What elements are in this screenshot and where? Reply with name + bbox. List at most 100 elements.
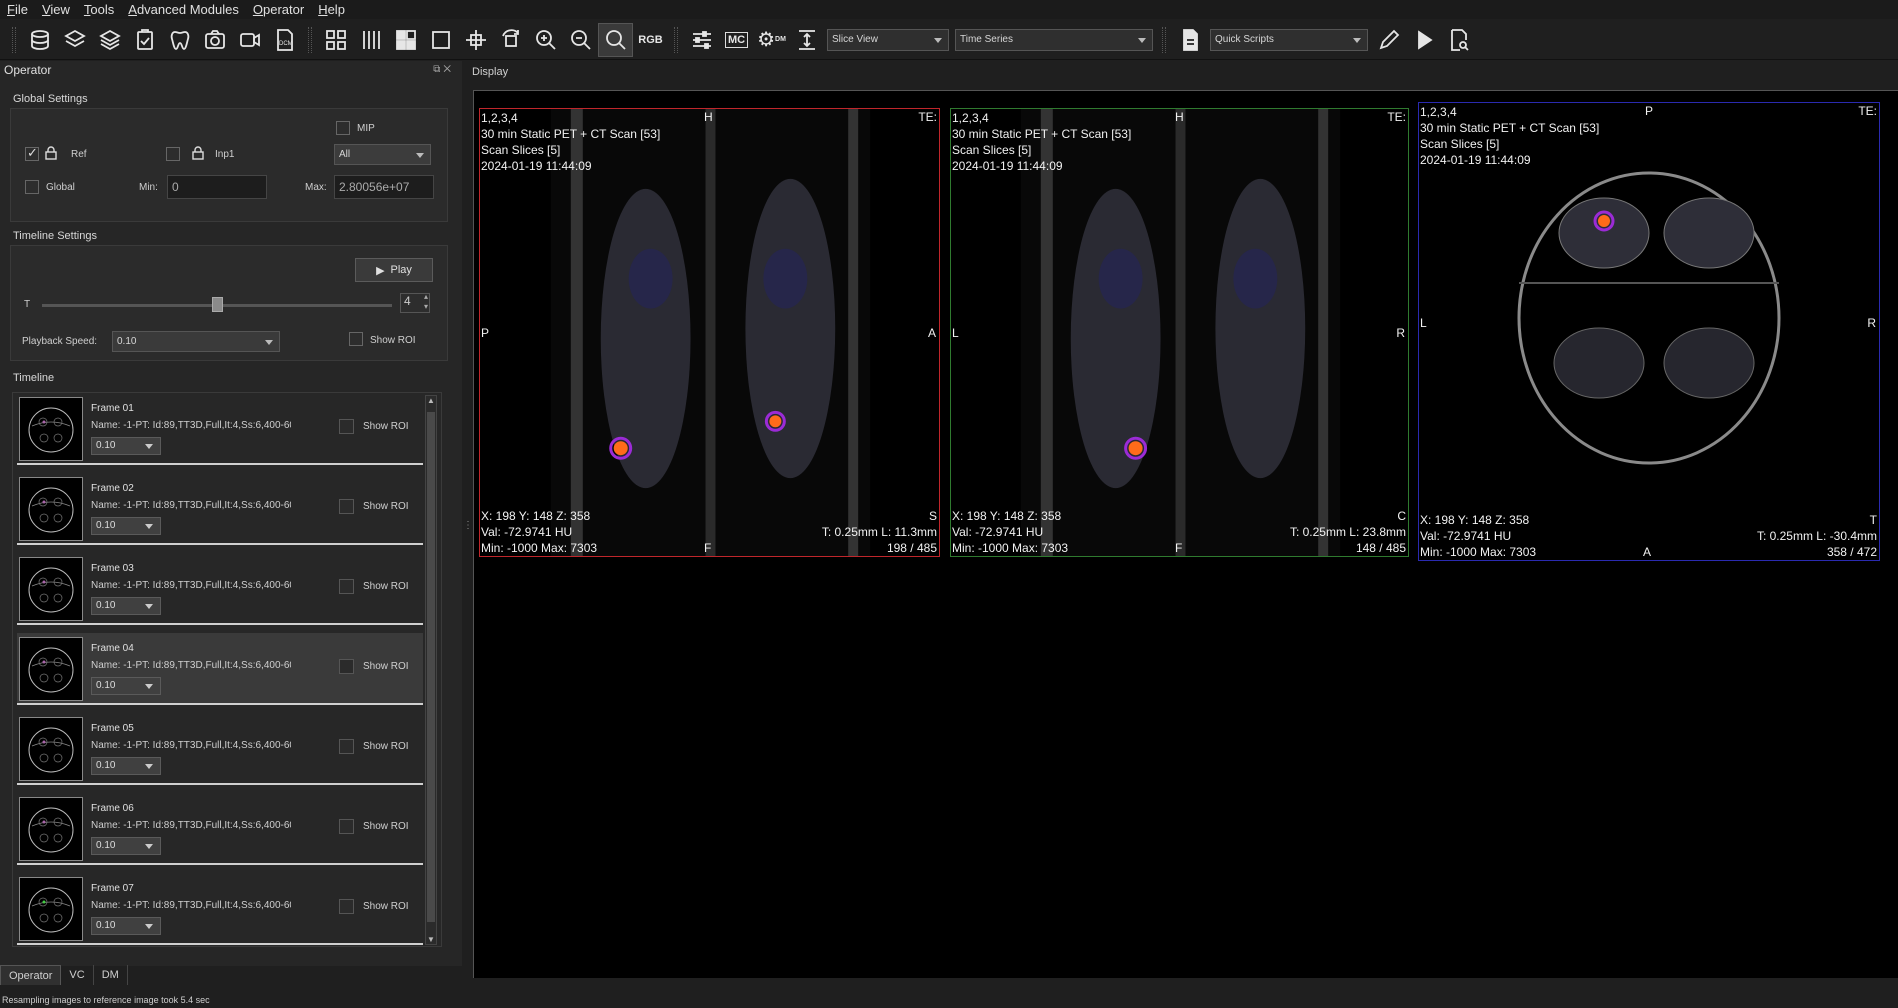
menu-advanced-modules[interactable]: Advanced Modules bbox=[121, 0, 246, 19]
menu-view[interactable]: View bbox=[35, 0, 77, 19]
frame-show-roi-checkbox[interactable] bbox=[339, 579, 354, 594]
layers-icon[interactable] bbox=[57, 23, 92, 57]
frame-title: Frame 05 bbox=[91, 723, 134, 734]
frame-speed-select[interactable]: 0.10 bbox=[91, 917, 161, 935]
grid-icon[interactable] bbox=[318, 23, 353, 57]
max-input[interactable]: 2.80056e+07 bbox=[334, 175, 434, 199]
timeline-frame[interactable]: Frame 04 Name: -1-PT: Id:89,TT3D,Full,It:… bbox=[17, 633, 423, 705]
tab-vc[interactable]: VC bbox=[61, 965, 94, 985]
inp1-lock-icon[interactable] bbox=[192, 146, 204, 160]
pencil-icon[interactable] bbox=[1371, 23, 1406, 57]
tooth-icon[interactable] bbox=[162, 23, 197, 57]
view-mode-select[interactable]: Slice View bbox=[827, 28, 949, 51]
orientation-top: H bbox=[704, 110, 713, 124]
menu-file[interactable]: File bbox=[0, 0, 35, 19]
columns-icon[interactable] bbox=[353, 23, 388, 57]
show-roi-checkbox[interactable] bbox=[349, 332, 363, 346]
inp1-checkbox[interactable] bbox=[166, 147, 180, 161]
time-slider-handle[interactable] bbox=[212, 297, 223, 312]
mc-button[interactable]: MC bbox=[719, 23, 754, 57]
frame-speed-select[interactable]: 0.10 bbox=[91, 677, 161, 695]
timeline-frame[interactable]: Frame 06 Name: -1-PT: Id:89,TT3D,Full,It:… bbox=[17, 793, 423, 865]
frame-show-roi-checkbox[interactable] bbox=[339, 659, 354, 674]
quick-scripts-select[interactable]: Quick Scripts bbox=[1210, 28, 1368, 51]
sliders-icon[interactable] bbox=[684, 23, 719, 57]
scroll-up-arrow[interactable]: ▲ bbox=[426, 396, 436, 405]
rgb-button[interactable]: RGB bbox=[633, 23, 668, 57]
zoom-in-icon[interactable] bbox=[528, 23, 563, 57]
menu-help[interactable]: Help bbox=[311, 0, 352, 19]
zoom-out-icon[interactable] bbox=[563, 23, 598, 57]
timeline-frame[interactable]: Frame 03 Name: -1-PT: Id:89,TT3D,Full,It:… bbox=[17, 553, 423, 625]
viewport-1[interactable]: 1,2,3,4 30 min Static PET + CT Scan [53] S… bbox=[479, 108, 940, 557]
series-mode-select[interactable]: Time Series bbox=[955, 28, 1153, 51]
global-checkbox[interactable] bbox=[25, 180, 39, 194]
layout-icon[interactable] bbox=[388, 23, 423, 57]
inp1-label: Inp1 bbox=[215, 149, 235, 160]
frame-show-roi-checkbox[interactable] bbox=[339, 819, 354, 834]
tab-dm[interactable]: DM bbox=[94, 965, 128, 985]
orientation-bottom-right: S bbox=[928, 509, 937, 523]
frame-speed-select[interactable]: 0.10 bbox=[91, 757, 161, 775]
scroll-down-arrow[interactable]: ▼ bbox=[426, 935, 436, 944]
inspect-document-icon[interactable] bbox=[1441, 23, 1476, 57]
video-camera-icon[interactable] bbox=[232, 23, 267, 57]
window-min-max: Min: -1000 Max: 7303 bbox=[952, 541, 1069, 555]
frame-show-roi-checkbox[interactable] bbox=[339, 899, 354, 914]
input-select[interactable]: All bbox=[334, 144, 431, 165]
frame-show-roi-checkbox[interactable] bbox=[339, 499, 354, 514]
viewport-header: 1,2,3,4 30 min Static PET + CT Scan [53] S… bbox=[952, 110, 1131, 174]
timeline-list[interactable]: Frame 01 Name: -1-PT: Id:89,TT3D,Full,It:… bbox=[12, 392, 442, 947]
layers-stack-icon[interactable] bbox=[92, 23, 127, 57]
t-spinbox[interactable]: 4 bbox=[400, 292, 430, 313]
frame-speed-select[interactable]: 0.10 bbox=[91, 597, 161, 615]
panel-float-close-icons[interactable]: ⧉✕ bbox=[433, 64, 454, 75]
frame-title: Frame 01 bbox=[91, 403, 134, 414]
timeline-frame[interactable]: Frame 07 Name: -1-PT: Id:89,TT3D,Full,It:… bbox=[17, 873, 423, 945]
ref-checkbox[interactable] bbox=[25, 145, 39, 161]
viewport-scan-slices: Scan Slices [5] bbox=[481, 143, 561, 157]
frame-show-roi-checkbox[interactable] bbox=[339, 419, 354, 434]
frame-show-roi-label: Show ROI bbox=[363, 501, 409, 512]
database-icon[interactable] bbox=[22, 23, 57, 57]
menu-tools[interactable]: Tools bbox=[77, 0, 121, 19]
dm-settings-button[interactable]: ⚙ DM bbox=[754, 23, 789, 57]
clipboard-check-icon[interactable] bbox=[127, 23, 162, 57]
panel-splitter-handle[interactable]: ⋮ bbox=[463, 520, 473, 531]
rotate-icon[interactable] bbox=[493, 23, 528, 57]
search-icon[interactable] bbox=[598, 22, 633, 57]
menu-operator[interactable]: Operator bbox=[246, 0, 311, 19]
square-icon[interactable] bbox=[423, 23, 458, 57]
frame-speed-select[interactable]: 0.10 bbox=[91, 517, 161, 535]
toolbar-grip[interactable] bbox=[12, 26, 16, 53]
timeline-frame[interactable]: Frame 01 Name: -1-PT: Id:89,TT3D,Full,It:… bbox=[17, 393, 423, 465]
timeline-scrollbar[interactable]: ▲ ▼ bbox=[425, 395, 437, 945]
frame-name: Name: -1-PT: Id:89,TT3D,Full,It:4,Ss:6,4… bbox=[91, 420, 291, 431]
crosshair-icon[interactable] bbox=[458, 23, 493, 57]
frame-speed-select[interactable]: 0.10 bbox=[91, 437, 161, 455]
scroll-thumb[interactable] bbox=[427, 412, 435, 922]
timeline-frame[interactable]: Frame 05 Name: -1-PT: Id:89,TT3D,Full,It:… bbox=[17, 713, 423, 785]
play-button[interactable]: ▶ Play bbox=[355, 258, 433, 282]
mip-checkbox[interactable] bbox=[336, 121, 350, 135]
frame-speed-select[interactable]: 0.10 bbox=[91, 837, 161, 855]
frame-show-roi-checkbox[interactable] bbox=[339, 739, 354, 754]
viewport-2[interactable]: 1,2,3,4 30 min Static PET + CT Scan [53] S… bbox=[950, 108, 1409, 557]
timeline-title: Timeline bbox=[13, 372, 55, 384]
window-min-max: Min: -1000 Max: 7303 bbox=[1420, 545, 1537, 559]
timeline-frame[interactable]: Frame 02 Name: -1-PT: Id:89,TT3D,Full,It:… bbox=[17, 473, 423, 545]
viewport-3[interactable]: 1,2,3,4 30 min Static PET + CT Scan [53] S… bbox=[1418, 102, 1880, 561]
toolbar-separator bbox=[308, 26, 312, 53]
script-file-icon[interactable] bbox=[1172, 23, 1207, 57]
ref-lock-icon[interactable] bbox=[45, 146, 57, 160]
play-icon[interactable] bbox=[1406, 23, 1441, 57]
playback-speed-select[interactable]: 0.10 bbox=[112, 331, 280, 352]
dicom-icon[interactable]: DCM bbox=[267, 23, 302, 57]
mip-label: MIP bbox=[357, 123, 375, 134]
viewport-series-ids: 1,2,3,4 bbox=[1420, 105, 1457, 119]
tab-operator[interactable]: Operator bbox=[0, 965, 62, 985]
min-input[interactable]: 0 bbox=[167, 175, 267, 199]
frame-title: Frame 07 bbox=[91, 883, 134, 894]
camera-icon[interactable] bbox=[197, 23, 232, 57]
fit-height-icon[interactable] bbox=[789, 23, 824, 57]
